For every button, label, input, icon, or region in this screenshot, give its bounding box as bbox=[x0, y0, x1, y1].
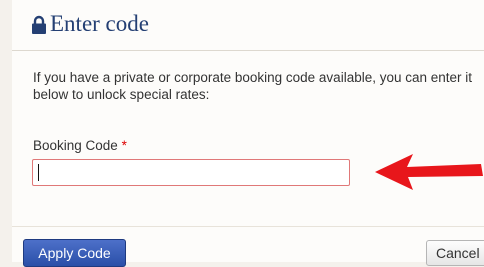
red-arrow-icon bbox=[375, 154, 483, 190]
footer-divider bbox=[12, 226, 484, 227]
text-cursor bbox=[38, 164, 39, 181]
dialog-header: Enter code bbox=[12, 0, 484, 51]
required-marker: * bbox=[121, 138, 127, 153]
enter-code-dialog: Enter code If you have a private or corp… bbox=[12, 0, 484, 267]
lock-icon bbox=[32, 15, 46, 34]
booking-code-input[interactable] bbox=[32, 159, 350, 186]
dialog-description: If you have a private or corporate booki… bbox=[33, 70, 473, 102]
booking-code-label-text: Booking Code bbox=[33, 138, 118, 153]
cancel-button[interactable]: Cancel bbox=[426, 240, 484, 266]
apply-code-button[interactable]: Apply Code bbox=[23, 239, 126, 267]
booking-code-label: Booking Code * bbox=[33, 138, 127, 153]
dialog-title: Enter code bbox=[50, 11, 149, 36]
